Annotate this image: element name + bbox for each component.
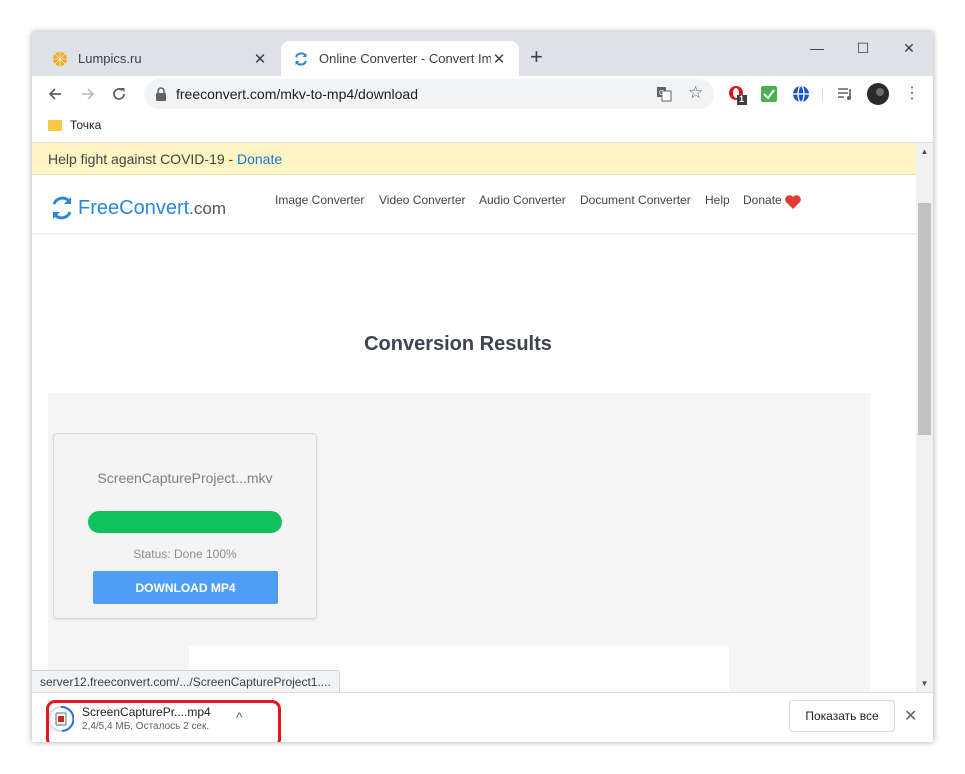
nav-document-converter[interactable]: Document Converter xyxy=(580,193,691,207)
highlight-frame xyxy=(46,700,281,742)
orange-favicon-icon xyxy=(53,51,67,66)
scrollbar-thumb[interactable] xyxy=(918,203,931,435)
download-shelf: ScreenCapturePr....mp4 2,4/5,4 МБ, Остал… xyxy=(32,692,933,742)
menu-kebab-icon[interactable]: ⋮ xyxy=(904,85,922,103)
bookmark-star-icon[interactable]: ☆ xyxy=(688,83,703,103)
toolbar-separator xyxy=(822,88,823,102)
download-mp4-button[interactable]: DOWNLOAD MP4 xyxy=(93,571,278,604)
tab-lumpics[interactable]: Lumpics.ru ✕ xyxy=(40,41,280,76)
covid-banner: Help fight against COVID-19 - Donate xyxy=(32,143,916,175)
nav-video-converter[interactable]: Video Converter xyxy=(379,193,466,207)
tab-close-icon[interactable]: ✕ xyxy=(491,50,507,68)
show-all-button[interactable]: Показать все xyxy=(789,700,895,732)
page-content: Help fight against COVID-19 - Donate Fre… xyxy=(32,143,916,692)
translate-icon[interactable]: G xyxy=(656,86,672,102)
lock-icon[interactable] xyxy=(154,86,168,102)
freeconvert-logo[interactable]: FreeConvert.com xyxy=(50,195,226,221)
reload-icon[interactable] xyxy=(107,82,131,106)
tab-strip: Lumpics.ru ✕ Online Converter - Convert … xyxy=(32,32,933,76)
scroll-down-icon[interactable]: ▼ xyxy=(916,675,933,692)
minimize-icon[interactable]: — xyxy=(794,32,840,64)
nav-image-converter[interactable]: Image Converter xyxy=(275,193,364,207)
banner-text: Help fight against COVID-19 - xyxy=(48,151,234,167)
logo-convert: Convert xyxy=(119,196,190,219)
vpn-globe-icon[interactable] xyxy=(792,85,810,103)
scroll-up-icon[interactable]: ▲ xyxy=(916,143,933,160)
folder-icon xyxy=(48,119,62,131)
page-title: Conversion Results xyxy=(364,333,552,355)
browser-window: Lumpics.ru ✕ Online Converter - Convert … xyxy=(32,32,933,742)
vertical-scrollbar[interactable]: ▲ ▼ xyxy=(916,143,933,692)
maximize-icon[interactable]: ☐ xyxy=(840,32,886,64)
tab-close-icon[interactable]: ✕ xyxy=(252,50,268,68)
status-text: Status: Done 100% xyxy=(133,547,237,561)
check-extension-icon[interactable] xyxy=(760,85,778,103)
conversion-card: ScreenCaptureProject...mkv Status: Done … xyxy=(53,433,317,619)
logo-free: Free xyxy=(78,196,120,219)
progress-bar xyxy=(88,511,282,533)
download-item[interactable]: ScreenCapturePr....mp4 2,4/5,4 МБ, Остал… xyxy=(46,700,281,742)
logo-text: FreeConvert.com xyxy=(78,197,226,220)
url-text[interactable]: freeconvert.com/mkv-to-mp4/download xyxy=(176,86,418,102)
new-tab-icon[interactable]: + xyxy=(530,46,543,68)
site-header: FreeConvert.com Image Converter Video Co… xyxy=(32,175,916,233)
heart-icon xyxy=(785,195,801,209)
bookmark-label: Точка xyxy=(70,118,102,132)
nav-audio-converter[interactable]: Audio Converter xyxy=(479,193,566,207)
profile-avatar-icon[interactable] xyxy=(867,83,889,105)
bookmarks-bar: Точка xyxy=(32,112,933,143)
svg-text:G: G xyxy=(659,90,664,97)
source-filename: ScreenCaptureProject...mkv xyxy=(97,470,273,486)
close-shelf-icon[interactable]: ✕ xyxy=(904,706,917,726)
tab-title: Online Converter - Convert Image xyxy=(319,51,491,66)
forward-icon[interactable] xyxy=(76,82,100,106)
logo-cycle-icon xyxy=(52,196,72,220)
tab-online-converter[interactable]: Online Converter - Convert Image ✕ xyxy=(281,41,519,76)
link-status-bubble: server12.freeconvert.com/.../ScreenCaptu… xyxy=(32,670,340,692)
opera-extension-icon[interactable]: 1 xyxy=(728,85,747,105)
logo-com: .com xyxy=(189,198,226,218)
banner-donate-link[interactable]: Donate xyxy=(237,151,282,167)
bookmark-folder-tochka[interactable]: Точка xyxy=(48,118,101,132)
freeconvert-favicon-icon xyxy=(295,51,307,66)
tab-title: Lumpics.ru xyxy=(78,51,142,66)
nav-donate[interactable]: Donate xyxy=(743,193,782,207)
back-icon[interactable] xyxy=(43,82,67,106)
media-control-icon[interactable] xyxy=(836,85,854,103)
extension-badge: 1 xyxy=(739,94,745,104)
close-window-icon[interactable]: ✕ xyxy=(886,32,932,64)
address-bar[interactable]: freeconvert.com/mkv-to-mp4/download G ☆ xyxy=(144,79,714,109)
browser-toolbar: freeconvert.com/mkv-to-mp4/download G ☆ … xyxy=(32,76,933,112)
nav-help[interactable]: Help xyxy=(705,193,730,207)
